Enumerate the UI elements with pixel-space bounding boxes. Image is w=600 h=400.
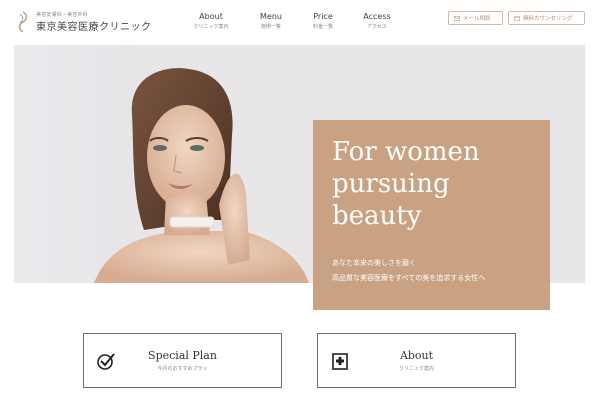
mail-icon — [454, 15, 460, 21]
special-plan-sub: 今月のおすすめプラン — [157, 366, 208, 372]
nav-menu[interactable]: Menu 施術一覧 — [253, 12, 289, 34]
calendar-icon — [514, 15, 520, 21]
about-card-sub: クリニック案内 — [398, 366, 434, 372]
hero-headline: For women pursuing beauty — [332, 137, 480, 231]
mail-consult-label: メール相談 — [463, 16, 491, 22]
nav-access-label: Access — [363, 12, 391, 21]
mail-consult-button[interactable]: メール相談 — [448, 11, 503, 25]
hero-subcopy-line2: 高品質な美容医療をすべての美を追求する女性へ — [332, 274, 486, 282]
nav-price-sub: 料金一覧 — [312, 24, 333, 30]
free-counseling-label: 無料カウンセリング — [523, 16, 573, 22]
nav-price-label: Price — [313, 12, 333, 21]
site-header: 美容皮膚科・美容外科 東京美容医療クリニック About クリニック案内 Men… — [0, 0, 600, 44]
nav-menu-sub: 施術一覧 — [260, 24, 281, 30]
free-counseling-button[interactable]: 無料カウンセリング — [508, 11, 585, 25]
nav-about-label: About — [199, 12, 223, 21]
logo-name: 東京美容医療クリニック — [36, 22, 152, 33]
nav-about-sub: クリニック案内 — [193, 24, 229, 30]
logo-swirl-icon — [18, 11, 28, 33]
nav-access-sub: アクセス — [367, 24, 387, 30]
nav-access[interactable]: Access アクセス — [359, 12, 395, 34]
hero-subcopy-line1: あなた本来の美しさを磨く — [332, 259, 416, 267]
about-card[interactable]: About クリニック案内 — [317, 333, 516, 388]
nav-about[interactable]: About クリニック案内 — [193, 12, 229, 34]
clinic-logo[interactable]: 美容皮膚科・美容外科 東京美容医療クリニック — [14, 10, 151, 34]
special-plan-card[interactable]: Special Plan 今月のおすすめプラン — [83, 333, 282, 388]
about-card-title: About — [399, 349, 434, 362]
nav-price[interactable]: Price 料金一覧 — [305, 12, 341, 34]
nav-menu-label: Menu — [260, 12, 282, 21]
special-plan-title: Special Plan — [148, 349, 217, 362]
logo-tagline: 美容皮膚科・美容外科 — [36, 12, 89, 18]
